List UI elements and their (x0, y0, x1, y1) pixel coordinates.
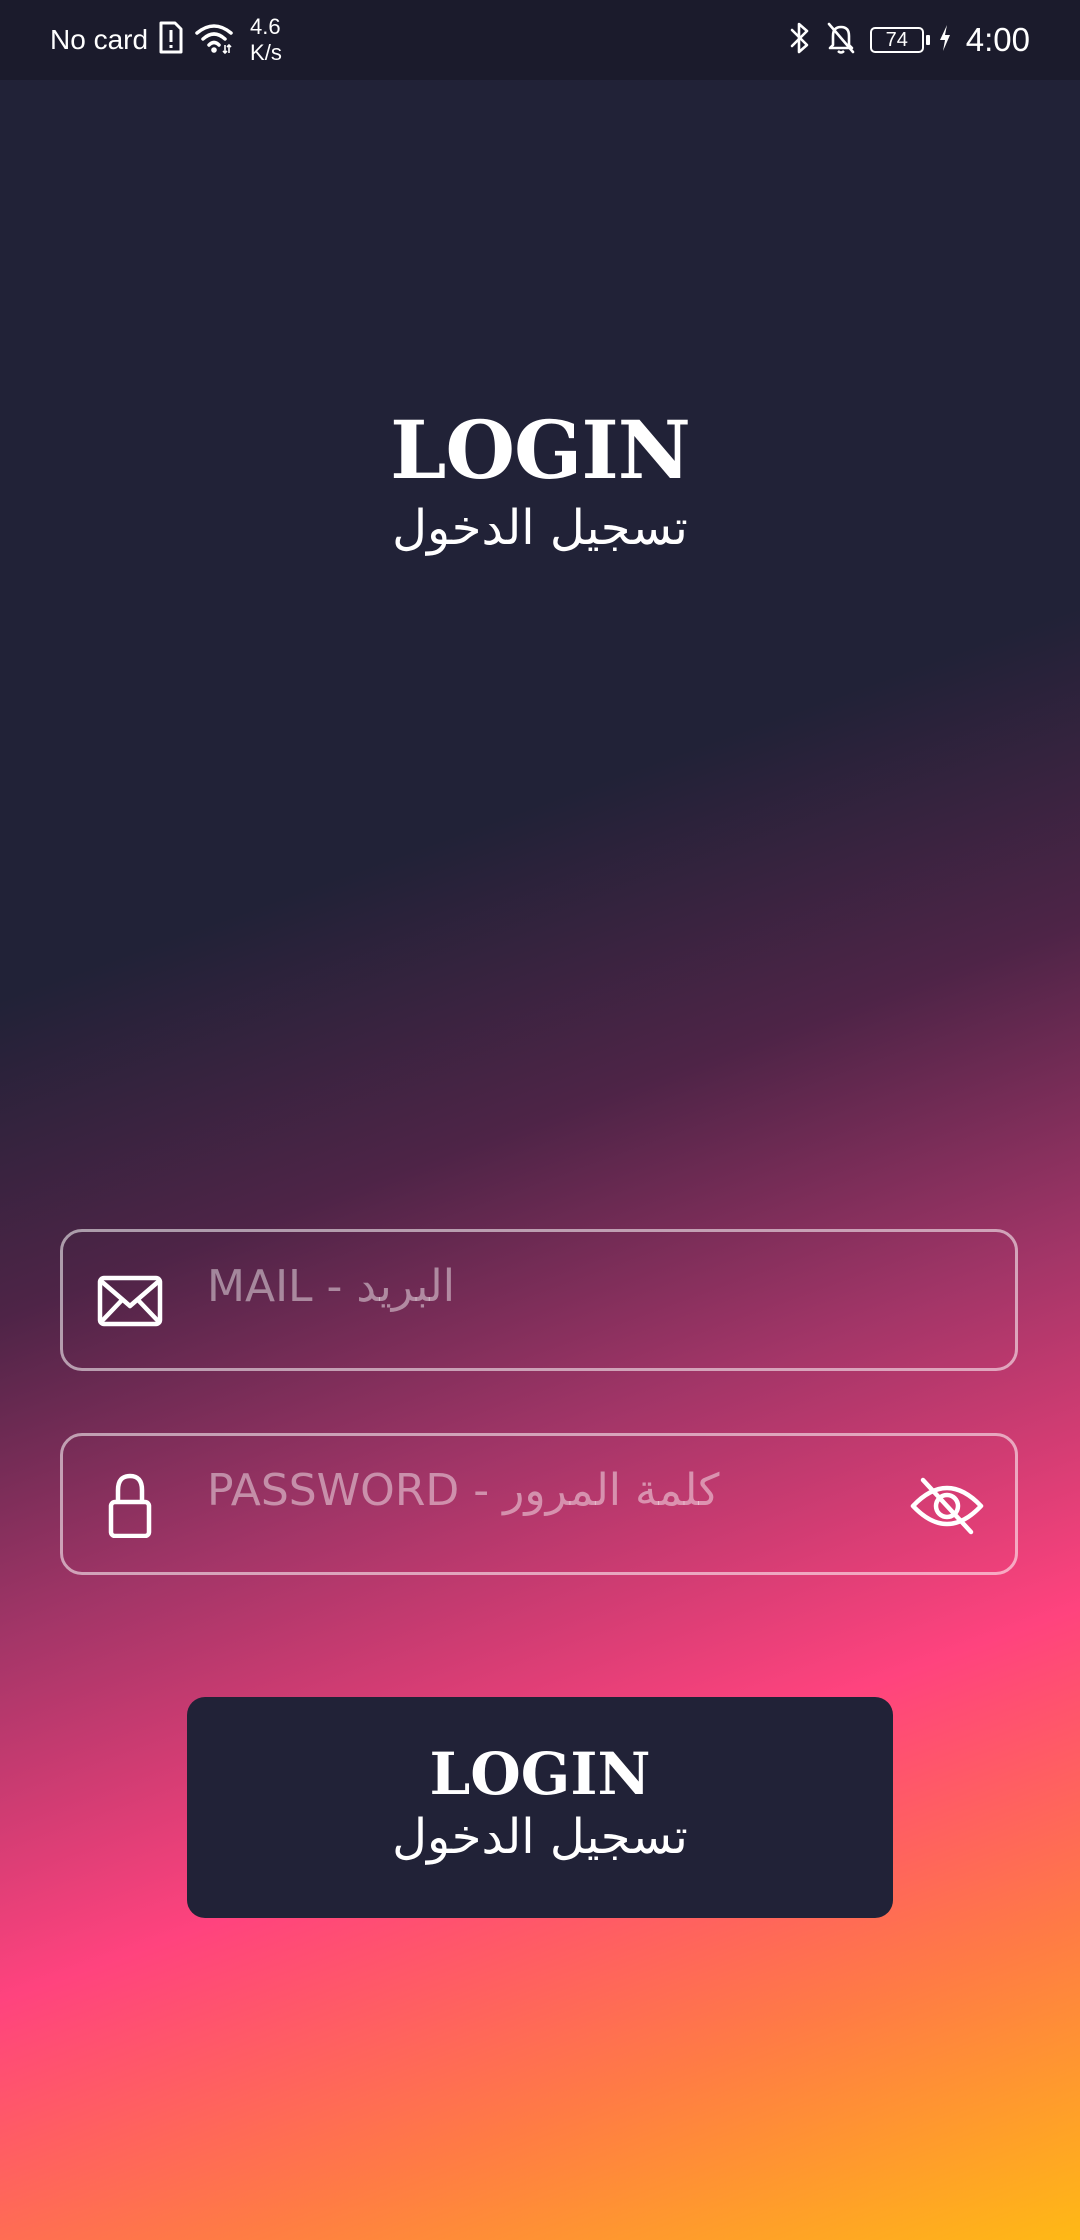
login-screen: No card 4.6 K/s 74 4:00 LOGIN تسجيل الدخ… (0, 0, 1080, 2240)
email-field[interactable] (60, 1218, 1018, 1371)
login-button-label-arabic: تسجيل الدخول (392, 1809, 688, 1865)
login-button-label-english: LOGIN (429, 1740, 651, 1808)
battery-level: 74 (885, 29, 908, 51)
battery-icon: 74 (869, 27, 930, 53)
bell-off-icon (826, 21, 856, 59)
carrier-label: No card (50, 24, 149, 55)
status-right: 74 4:00 (788, 0, 1030, 80)
title-arabic: تسجيل الدخول (392, 500, 688, 556)
status-bar: No card 4.6 K/s 74 4:00 (0, 0, 1080, 80)
email-input[interactable] (207, 1218, 907, 1354)
status-time: 4:00 (965, 21, 1030, 58)
mail-icon (97, 1268, 163, 1334)
network-speed-unit: K/s (250, 40, 282, 65)
sim-alert-icon (158, 21, 184, 59)
page-title: LOGIN تسجيل الدخول (0, 400, 1080, 560)
status-left: No card 4.6 K/s (50, 0, 282, 80)
eye-off-icon[interactable] (909, 1476, 985, 1536)
bluetooth-icon (788, 21, 812, 59)
wifi-icon (194, 21, 234, 59)
login-button[interactable]: LOGIN تسجيل الدخول (187, 1697, 893, 1918)
network-speed: 4.6 K/s (250, 14, 282, 66)
network-speed-value: 4.6 (250, 14, 281, 39)
charging-icon (938, 24, 952, 56)
password-input[interactable] (207, 1422, 907, 1558)
password-field[interactable] (60, 1422, 1018, 1575)
title-english: LOGIN (390, 403, 691, 497)
lock-icon (97, 1472, 163, 1539)
